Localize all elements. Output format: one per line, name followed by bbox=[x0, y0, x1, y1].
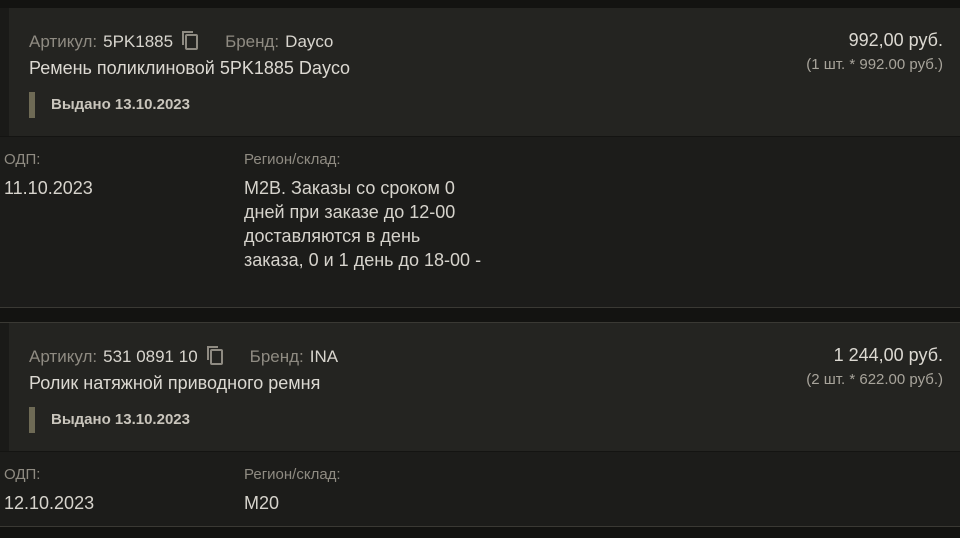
odp-label: ОДП: bbox=[4, 466, 41, 483]
price-detail: (1 шт. * 992.00 руб.) bbox=[806, 56, 943, 73]
article-brand-row: Артикул: 531 0891 10 Бренд: INA bbox=[29, 345, 338, 367]
status-text: Выдано 13.10.2023 bbox=[51, 96, 190, 113]
product-name[interactable]: Ролик натяжной приводного ремня bbox=[29, 373, 320, 394]
price-detail: (2 шт. * 622.00 руб.) bbox=[806, 371, 943, 388]
article-label: Артикул: bbox=[29, 32, 98, 51]
odp-value: 11.10.2023 bbox=[4, 178, 93, 198]
odp-label: ОДП: bbox=[4, 151, 41, 168]
header-stripe bbox=[0, 323, 9, 451]
status-badge: Выдано 13.10.2023 bbox=[29, 407, 190, 433]
article-value: 5PK1885 bbox=[103, 32, 174, 51]
region-label: Регион/склад: bbox=[244, 151, 341, 168]
order-card: Артикул: 5PK1885 Бренд: Dayco Ремень поликл… bbox=[0, 8, 960, 308]
status-badge: Выдано 13.10.2023 bbox=[29, 92, 190, 118]
divider bbox=[0, 451, 960, 452]
product-name[interactable]: Ремень поликлиновой 5PK1885 Dayco bbox=[29, 58, 350, 79]
price-total: 992,00 руб. bbox=[848, 30, 943, 50]
article-brand-row: Артикул: 5PK1885 Бренд: Dayco bbox=[29, 30, 333, 52]
article-label: Артикул: bbox=[29, 347, 98, 366]
region-value: M20 bbox=[244, 493, 280, 513]
order-header: Артикул: 531 0891 10 Бренд: INA Ролик натяж… bbox=[0, 323, 960, 451]
status-bar bbox=[29, 92, 35, 118]
brand-label: Бренд: bbox=[225, 32, 280, 51]
order-card: Артикул: 531 0891 10 Бренд: INA Ролик натяж… bbox=[0, 322, 960, 527]
copy-icon[interactable] bbox=[206, 345, 224, 365]
brand-label: Бренд: bbox=[249, 347, 304, 366]
header-stripe bbox=[0, 8, 9, 136]
article-value: 531 0891 10 bbox=[103, 347, 198, 366]
region-label: Регион/склад: bbox=[244, 466, 341, 483]
status-bar bbox=[29, 407, 35, 433]
order-header: Артикул: 5PK1885 Бренд: Dayco Ремень поликл… bbox=[0, 8, 960, 136]
status-text: Выдано 13.10.2023 bbox=[51, 411, 190, 428]
copy-icon[interactable] bbox=[181, 30, 199, 50]
card-bottom-border bbox=[0, 307, 960, 308]
card-bottom-border bbox=[0, 526, 960, 527]
brand-value: INA bbox=[309, 347, 339, 366]
odp-value: 12.10.2023 bbox=[4, 493, 95, 513]
brand-value: Dayco bbox=[285, 32, 334, 51]
price-total: 1 244,00 руб. bbox=[833, 345, 943, 365]
region-value: M2B. Заказы со сроком 0 дней при заказе … bbox=[244, 178, 482, 270]
divider bbox=[0, 136, 960, 137]
